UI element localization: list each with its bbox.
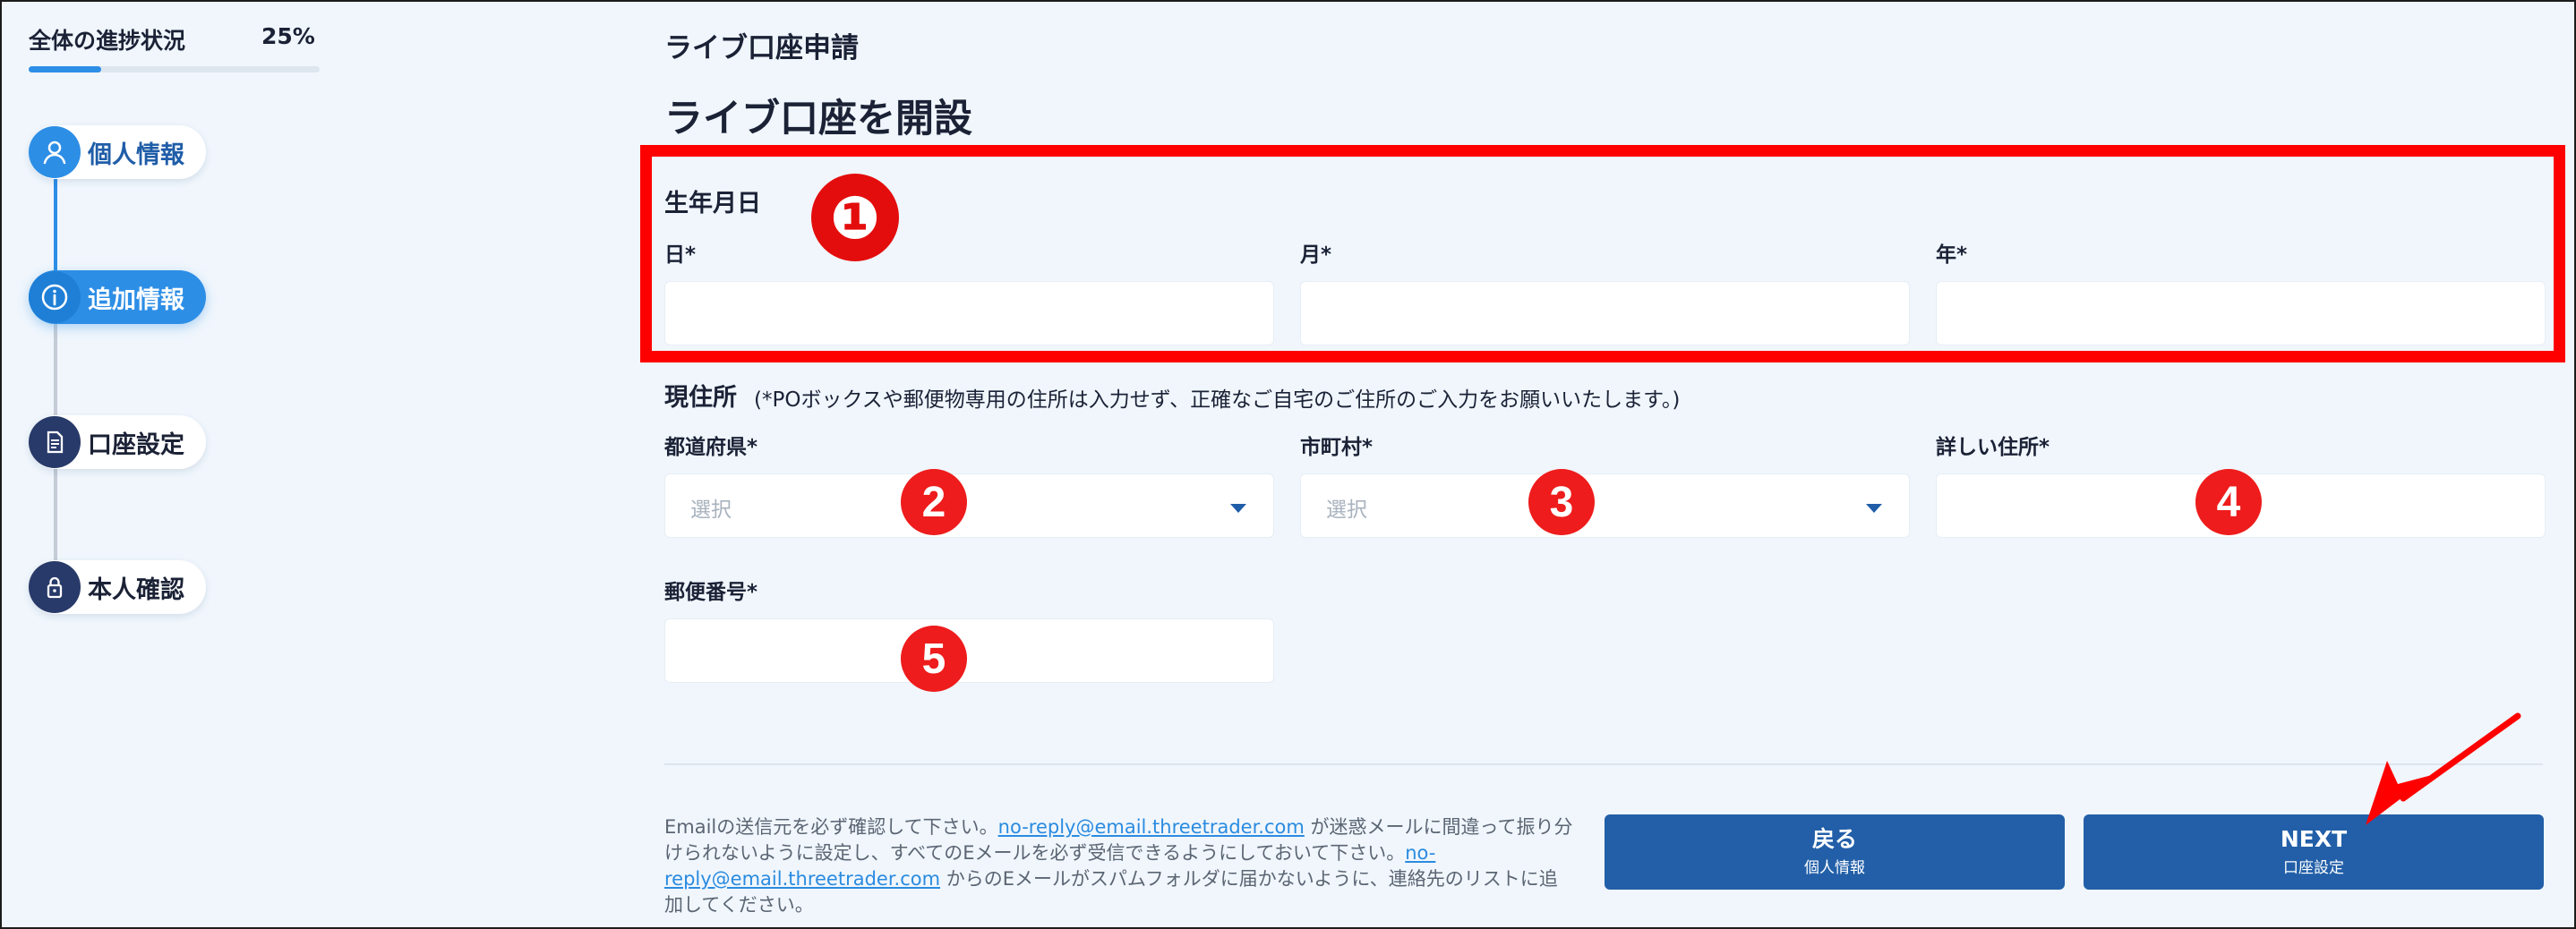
next-button-sublabel: 口座設定 (2283, 859, 2344, 877)
email-link[interactable]: no-reply@email.threetrader.com (998, 816, 1305, 838)
step-additional-info[interactable]: 追加情報 (29, 270, 206, 324)
progress-bar-fill (29, 66, 102, 72)
day-input[interactable] (664, 281, 1274, 345)
progress-percent: 25% (261, 23, 315, 49)
month-input[interactable] (1300, 281, 1910, 345)
year-label: 年* (1936, 243, 1968, 267)
info-icon (29, 271, 81, 323)
prefecture-select[interactable]: 選択 (664, 473, 1274, 538)
document-icon (29, 416, 81, 468)
annotation-marker-3: 3 (1528, 469, 1595, 535)
step-label: 個人情報 (88, 141, 184, 169)
page-frame: 全体の進捗状況 25% 個人情報 追加情報 口座設定 本人確認 ライブ口座申請 … (0, 0, 2576, 929)
email-notice: Emailの送信元を必ず確認して下さい。no-reply@email.three… (664, 814, 1573, 918)
address-section-label: 現住所 (664, 384, 737, 412)
back-button-sublabel: 個人情報 (1804, 859, 1865, 877)
annotation-marker-5: 5 (901, 626, 967, 692)
prefecture-select-value: 選択 (690, 499, 732, 522)
back-button-label: 戻る (1811, 826, 1857, 852)
back-button[interactable]: 戻る 個人情報 (1605, 814, 2065, 890)
email-notice-text: Emailの送信元を必ず確認して下さい。 (664, 816, 998, 838)
user-icon (29, 126, 81, 178)
step-label: 口座設定 (88, 430, 184, 459)
step-label: 追加情報 (88, 286, 184, 314)
year-input[interactable] (1936, 281, 2546, 345)
city-label: 市町村* (1300, 436, 1374, 459)
prefecture-label: 都道府県* (664, 436, 758, 459)
lock-icon (29, 561, 81, 613)
city-select[interactable]: 選択 (1300, 473, 1910, 538)
city-select-value: 選択 (1326, 499, 1367, 522)
month-label: 月* (1300, 243, 1332, 267)
step-personal-info[interactable]: 個人情報 (29, 125, 206, 179)
chevron-down-icon (1230, 504, 1246, 513)
step-label: 本人確認 (88, 575, 184, 604)
breadcrumb: ライブ口座申請 (664, 32, 859, 64)
address-note: (*POボックスや郵便物専用の住所は入力せず、正確なご自宅のご住所のご入力をお願… (754, 388, 1681, 412)
chevron-down-icon (1866, 504, 1882, 513)
annotation-arrow-icon (2366, 712, 2521, 825)
next-button-label: NEXT (2280, 826, 2348, 852)
annotation-marker-2: 2 (901, 469, 967, 535)
postal-code-label: 郵便番号* (664, 581, 758, 604)
annotation-marker-1: ❶ (811, 174, 899, 261)
postal-code-input[interactable] (664, 618, 1274, 683)
divider (664, 763, 2543, 765)
address-detail-label: 詳しい住所* (1936, 436, 2050, 459)
progress-bar (29, 66, 320, 72)
annotation-marker-4: 4 (2195, 469, 2262, 535)
day-label: 日* (664, 243, 697, 267)
step-identity-verification[interactable]: 本人確認 (29, 560, 206, 614)
page-title: ライブ口座を開設 (664, 97, 972, 141)
birthdate-section-label: 生年月日 (664, 190, 761, 217)
step-account-settings[interactable]: 口座設定 (29, 415, 206, 469)
progress-label: 全体の進捗状況 (29, 28, 186, 54)
step-connector-done (54, 176, 57, 284)
